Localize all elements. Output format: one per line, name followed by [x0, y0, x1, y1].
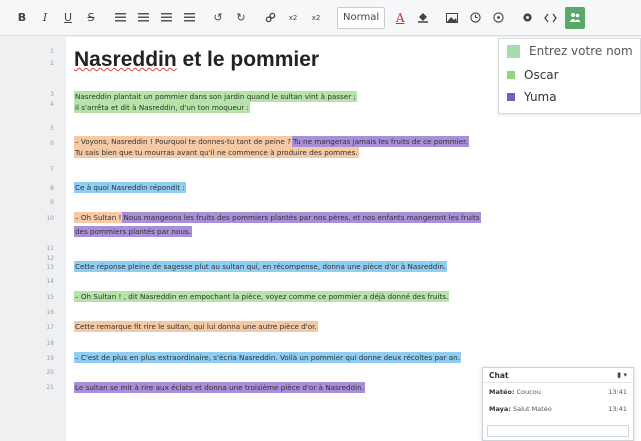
chat-menu-icon[interactable]: ▮ ▾ [617, 371, 627, 379]
highlighted-text: Nasreddin plantait un pommier dans son j… [74, 91, 357, 102]
user-list-item: Yuma [507, 90, 557, 104]
chat-message: Matéo: Coucou 13:41 [483, 383, 633, 400]
subscript-button[interactable]: x2 [308, 7, 324, 29]
user-name-input[interactable]: Entrez votre nom [529, 44, 641, 58]
line-number: 4 [50, 101, 54, 108]
text-line: il s'arrêta et dit à Nasreddin, d'un ton… [74, 102, 250, 113]
clock-icon[interactable] [467, 7, 483, 29]
user-name: Oscar [524, 68, 559, 82]
user-list-item: Oscar [507, 68, 559, 82]
line-number: 19 [46, 355, 54, 362]
outdent-icon[interactable] [181, 7, 197, 29]
my-color-swatch[interactable] [507, 44, 520, 58]
unordered-list-icon[interactable] [135, 7, 151, 29]
line-number: 20 [46, 369, 54, 376]
highlighted-text: Nous mangeons les fruits des pommiers pl… [122, 212, 481, 223]
line-number: 15 [46, 294, 54, 301]
user-name-row: Entrez votre nom [507, 44, 641, 58]
text-line: Nasreddin plantait un pommier dans son j… [74, 91, 357, 102]
chat-title: Chat [489, 370, 509, 380]
highlighted-text: des pommiers plantés par nous. [74, 226, 192, 237]
chat-input[interactable] [487, 425, 629, 437]
bold-button[interactable]: B [14, 7, 30, 29]
chat-text: Salut Matéo [512, 404, 552, 413]
editor-toolbar: B I U S ↺ ↻ x2 x2 Normal A [0, 0, 641, 36]
font-color-button[interactable]: A [392, 7, 408, 29]
settings-icon[interactable] [519, 7, 535, 29]
text-line: – Oh Sultan ! , dit Nasreddin en empocha… [74, 291, 450, 302]
line-number: 12 [46, 255, 54, 262]
line-number: 1 [50, 48, 54, 55]
user-color-swatch [507, 93, 515, 101]
highlighted-text: Cette remarque fit rire le sultan, qui l… [74, 321, 318, 332]
etherpad-window: B I U S ↺ ↻ x2 x2 Normal A 1 2 3 4 5 6 7… [0, 0, 641, 441]
indent-icon[interactable] [158, 7, 174, 29]
line-number: 7 [50, 166, 54, 173]
highlighted-text: Tu ne mangeras jamais les fruits de ce p… [291, 136, 469, 147]
text-line: Ce à quoi Nasreddin répondit : [74, 182, 186, 193]
line-number: 17 [46, 324, 54, 331]
highlighted-text: – Oh Sultan ! [74, 212, 123, 223]
text-line: – Voyons, Nasreddin ! Pourquoi te donnes… [74, 136, 469, 147]
line-number: 10 [46, 215, 54, 222]
users-icon[interactable] [565, 6, 586, 29]
highlighted-text: Ce à quoi Nasreddin répondit : [74, 182, 186, 193]
line-number: 18 [46, 340, 54, 347]
underline-button[interactable]: U [60, 7, 76, 29]
ordered-list-icon[interactable] [112, 7, 128, 29]
highlighted-text: Cette réponse pleine de sagesse plut au … [74, 261, 448, 272]
highlighted-text: Tu sais bien que tu mourras avant qu'il … [74, 147, 359, 158]
misspelled-word: Nasreddin [74, 48, 177, 71]
line-number: 13 [46, 264, 54, 271]
text-line: – C'est de plus en plus extraordinaire, … [74, 352, 461, 363]
line-number: 5 [50, 125, 54, 132]
text-line: Cette remarque fit rire le sultan, qui l… [74, 321, 318, 332]
style-select[interactable]: Normal [337, 6, 386, 29]
highlighted-text: – C'est de plus en plus extraordinaire, … [74, 352, 461, 363]
undo-button[interactable]: ↺ [210, 7, 226, 29]
redo-button[interactable]: ↻ [233, 7, 249, 29]
paint-bucket-icon[interactable] [415, 7, 431, 29]
text-line: des pommiers plantés par nous. [74, 226, 192, 237]
line-number: 8 [50, 185, 54, 192]
chat-time: 13:41 [608, 387, 627, 396]
line-number: 11 [46, 245, 54, 252]
italic-button[interactable]: I [37, 7, 53, 29]
chat-message: Maya: Salut Matéo 13:41 [483, 400, 633, 417]
chat-box: Chat ▮ ▾ Matéo: Coucou 13:41 Maya: Salut… [482, 367, 634, 441]
text-line: Tu sais bien que tu mourras avant qu'il … [74, 147, 359, 158]
strikethrough-button[interactable]: S [83, 7, 99, 29]
chat-text: Coucou [516, 387, 541, 396]
text-line: Le sultan se mit à rire aux éclats et do… [74, 382, 365, 393]
user-name: Yuma [524, 90, 557, 104]
history-icon[interactable] [490, 7, 506, 29]
line-number: 2 [50, 60, 54, 67]
line-number-gutter [0, 37, 66, 441]
line-number: 16 [46, 309, 54, 316]
line-number: 9 [50, 199, 54, 206]
line-number: 3 [50, 91, 54, 98]
highlighted-text: – Voyons, Nasreddin ! Pourquoi te donnes… [74, 136, 292, 147]
user-color-swatch [507, 71, 515, 79]
highlighted-text: il s'arrêta et dit à Nasreddin, d'un ton… [74, 102, 250, 113]
superscript-button[interactable]: x2 [285, 7, 301, 29]
code-icon[interactable] [542, 7, 558, 29]
line-number: 21 [46, 384, 54, 391]
text-line: – Oh Sultan ! Nous mangeons les fruits de… [74, 212, 481, 223]
pad-title: Nasreddin et le pommier [74, 48, 320, 71]
link-icon[interactable] [262, 7, 278, 29]
highlighted-text: – Oh Sultan ! , dit Nasreddin en empocha… [74, 291, 450, 302]
chat-author: Matéo: [489, 387, 515, 396]
chat-author: Maya: [489, 404, 511, 413]
highlighted-text: Le sultan se mit à rire aux éclats et do… [74, 382, 365, 393]
line-number: 6 [50, 140, 54, 147]
chat-header: Chat ▮ ▾ [483, 368, 633, 383]
text-line: Cette réponse pleine de sagesse plut au … [74, 261, 448, 272]
image-icon[interactable] [444, 7, 460, 29]
line-number: 14 [46, 278, 54, 285]
users-panel: Entrez votre nom Oscar Yuma [498, 38, 641, 114]
chat-time: 13:41 [608, 404, 627, 413]
